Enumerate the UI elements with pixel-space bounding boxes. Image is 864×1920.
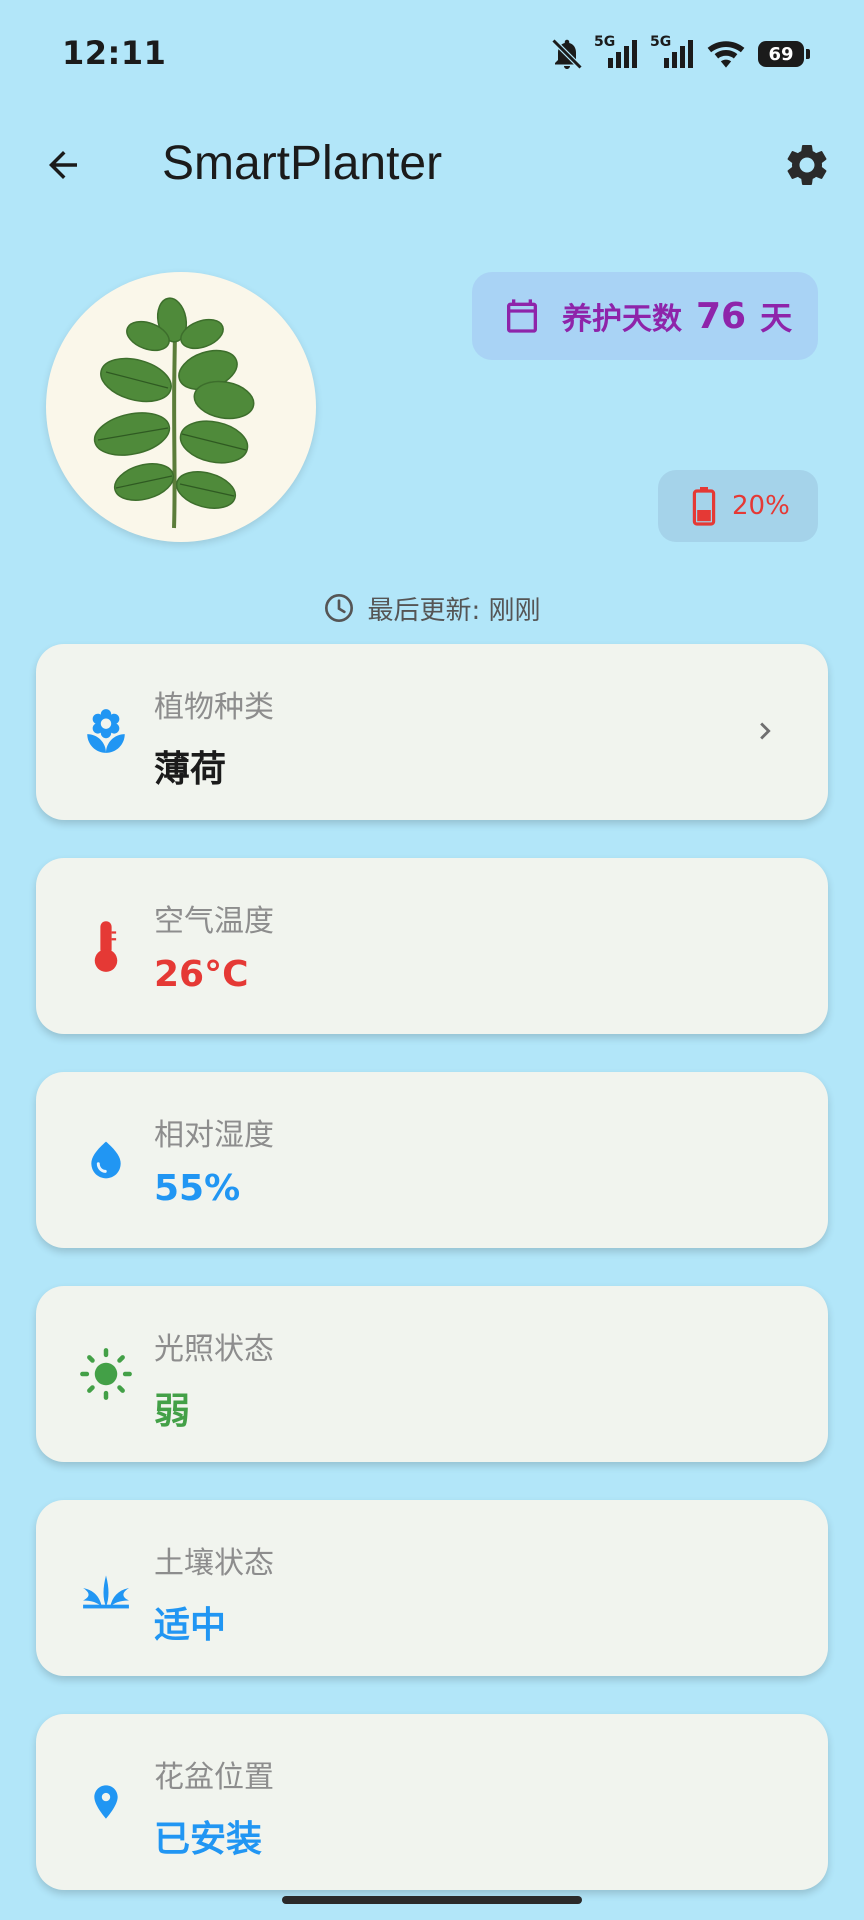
app-title: SmartPlanter (162, 137, 443, 190)
settings-button[interactable] (780, 138, 834, 192)
care-days-value: 76 (696, 295, 747, 337)
plant-type-card[interactable]: 植物种类 薄荷 (36, 644, 828, 820)
signal-icon-1: 5G (594, 34, 642, 72)
last-update: 最后更新: 刚刚 (0, 588, 864, 628)
card-label: 植物种类 (154, 690, 274, 725)
card-value: 适中 (154, 1605, 227, 1646)
card-label: 花盆位置 (154, 1760, 274, 1795)
care-days-unit: 天 (760, 299, 793, 337)
card-value: 已安装 (154, 1819, 263, 1860)
gear-icon (787, 145, 827, 185)
light-status-card: 光照状态 弱 (36, 1286, 828, 1462)
arrow-back-icon (49, 151, 77, 179)
wifi-icon (707, 41, 745, 68)
card-value: 55% (154, 1168, 241, 1209)
status-time: 12:11 (62, 34, 167, 72)
pot-location-card: 花盆位置 已安装 (36, 1714, 828, 1890)
thermometer-icon (76, 916, 136, 976)
card-label: 相对湿度 (154, 1118, 274, 1153)
chevron-right-icon (760, 722, 771, 740)
battery-low-icon (692, 487, 716, 526)
back-button[interactable] (38, 140, 88, 190)
mute-bell-icon (551, 38, 583, 70)
water-drop-icon (76, 1130, 136, 1190)
gesture-navigation-bar[interactable] (282, 1896, 582, 1904)
battery-indicator: 69 (758, 41, 810, 67)
sun-icon (76, 1344, 136, 1404)
care-days-label: 养护天数 (562, 302, 682, 337)
card-label: 光照状态 (154, 1332, 274, 1367)
status-bar: 12:11 5G 5G 69 (0, 0, 864, 110)
smartplanter-screen: 12:11 5G 5G 69 SmartPlanter 养护天数 76 天 20… (0, 0, 864, 1920)
relative-humidity-card: 相对湿度 55% (36, 1072, 828, 1248)
status-icons: 5G 5G 69 (548, 34, 810, 74)
device-battery-value: 20% (732, 491, 790, 521)
device-battery-chip: 20% (658, 470, 818, 542)
location-pin-icon (76, 1772, 136, 1832)
app-bar: SmartPlanter (0, 120, 864, 210)
flower-icon (76, 702, 136, 762)
card-label: 土壤状态 (154, 1546, 274, 1581)
mint-plant-illustration (93, 297, 255, 529)
air-temperature-card: 空气温度 26°C (36, 858, 828, 1034)
last-update-text: 最后更新: 刚刚 (367, 595, 541, 626)
soil-status-card: 土壤状态 适中 (36, 1500, 828, 1676)
signal-icon-2: 5G (650, 34, 698, 72)
card-value: 弱 (154, 1391, 191, 1432)
plant-avatar (46, 272, 316, 542)
card-value: 26°C (154, 954, 249, 995)
card-value: 薄荷 (154, 749, 227, 790)
clock-icon (325, 594, 354, 622)
grass-icon (76, 1558, 136, 1618)
card-label: 空气温度 (154, 904, 274, 939)
care-days-chip: 养护天数 76 天 (472, 272, 818, 360)
calendar-icon (507, 299, 537, 333)
